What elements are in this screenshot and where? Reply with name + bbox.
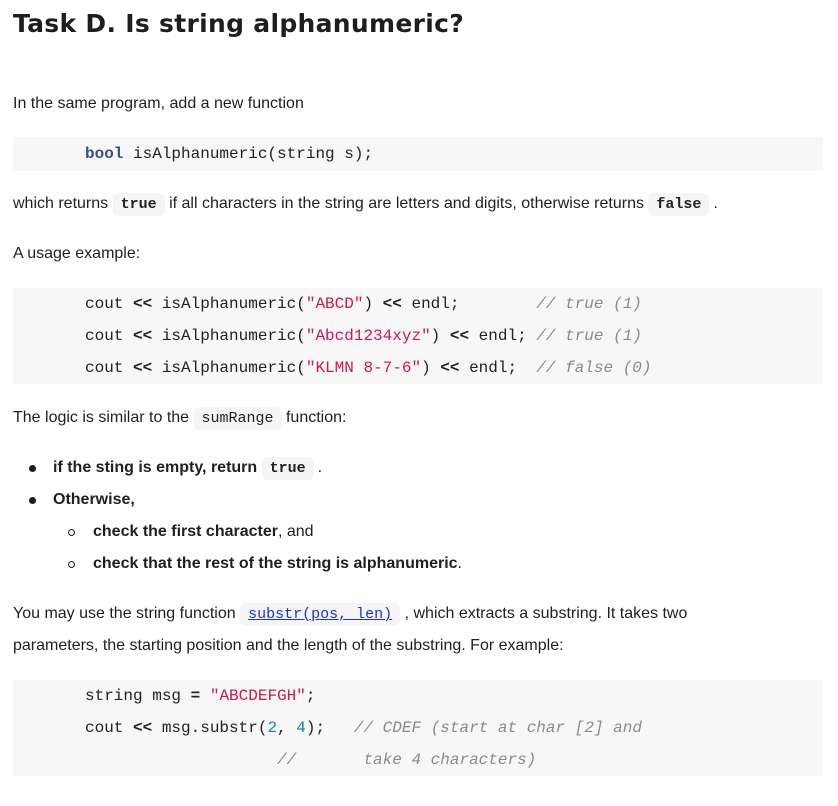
bullet-dot — [29, 465, 36, 472]
bullet-item-otherwise: Otherwise, — [53, 491, 135, 508]
code-comment: // take 4 characters) — [277, 751, 537, 769]
document-page: Task D. Is string alphanumeric? In the s… — [0, 0, 838, 806]
sub-bullet-circle — [68, 561, 75, 568]
example-line: string msg = "ABCDEFGH"; — [85, 687, 316, 705]
logic-text-after: function: — [285, 409, 347, 426]
sub-bullet-first-char: check the first character, and — [93, 523, 314, 540]
usage-line: cout << isAlphanumeric("ABCD") << endl; … — [85, 295, 642, 313]
bullet-item-empty: if the sting is empty, return true. — [53, 452, 322, 485]
inline-code-true: true — [112, 193, 165, 216]
sub-bullet-circle — [68, 529, 75, 536]
returns-text-after: . — [713, 195, 718, 212]
example-line: cout << msg.substr(2, 4); // CDEF (start… — [85, 719, 642, 737]
usage-label: A usage example: — [13, 245, 141, 262]
signature-line: bool isAlphanumeric(string s); — [85, 144, 373, 164]
intro-paragraph: In the same program, add a new function — [13, 95, 304, 112]
code-comment: // CDEF (start at char [2] and — [353, 719, 642, 737]
returns-paragraph: which returns true if all characters in … — [13, 188, 718, 221]
page-title: Task D. Is string alphanumeric? — [13, 9, 464, 38]
substr-paragraph-line1: You may use the string function substr(p… — [13, 598, 687, 631]
keyword-bool: bool — [85, 145, 124, 163]
code-comment: // true (1) — [536, 295, 642, 313]
inline-code-false: false — [648, 193, 710, 216]
usage-line: cout << isAlphanumeric("KLMN 8-7-6") << … — [85, 359, 652, 377]
returns-text-middle: if all characters in the string are lett… — [169, 195, 644, 212]
returns-text-before: which returns — [13, 195, 109, 212]
logic-paragraph: The logic is similar to the sumRange fun… — [13, 402, 346, 435]
sub-bullet-rest: check that the rest of the string is alp… — [93, 555, 462, 572]
usage-line: cout << isAlphanumeric("Abcd1234xyz") <<… — [85, 327, 642, 345]
code-comment: // true (1) — [536, 327, 642, 345]
code-comment: // false (0) — [536, 359, 652, 377]
substr-paragraph-line2: parameters, the starting position and th… — [13, 637, 564, 654]
inline-code-true: true — [261, 457, 314, 480]
usage-code-block: cout << isAlphanumeric("ABCD") << endl; … — [13, 288, 823, 384]
logic-text-before: The logic is similar to the — [13, 409, 190, 426]
example-line: // take 4 characters) — [85, 750, 536, 770]
bullet-dot — [29, 497, 36, 504]
signature-rest: isAlphanumeric(string s); — [123, 145, 374, 163]
substr-link[interactable]: substr(pos, len) — [248, 606, 392, 623]
example-code-block: string msg = "ABCDEFGH"; cout << msg.sub… — [13, 680, 823, 776]
signature-code-block: bool isAlphanumeric(string s); — [13, 137, 823, 171]
inline-code-sumrange: sumRange — [193, 407, 282, 430]
